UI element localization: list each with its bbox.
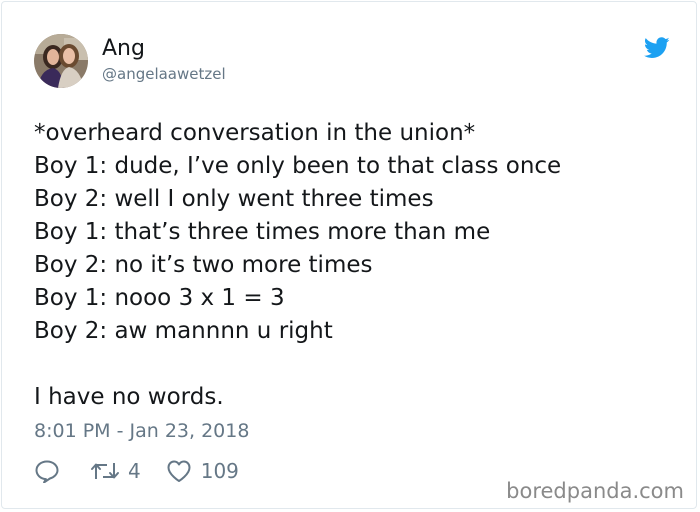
avatar[interactable]	[34, 34, 88, 88]
like-count: 109	[200, 459, 239, 483]
tweet-line: Boy 2: well I only went three times	[34, 186, 434, 212]
tweet-line: I have no words.	[34, 384, 224, 410]
retweet-count: 4	[128, 459, 141, 483]
tweet-card: Ang @angelaawetzel *overheard conversati…	[1, 1, 697, 509]
retweet-icon	[91, 463, 119, 479]
tweet-timestamp[interactable]: 8:01 PM - Jan 23, 2018	[34, 419, 249, 443]
tweet-text: *overheard conversation in the union* Bo…	[34, 117, 674, 414]
reply-button[interactable]	[34, 459, 60, 483]
twitter-bird-icon[interactable]	[643, 36, 670, 60]
tweet-line: Boy 2: aw mannnn u right	[34, 318, 333, 344]
tweet-line: Boy 1: that’s three times more than me	[34, 219, 491, 245]
tweet-actions: 4 109	[34, 456, 239, 486]
tweet-line: *overheard conversation in the union*	[34, 120, 476, 146]
heart-icon	[167, 460, 191, 482]
watermark: boredpanda.com	[506, 479, 684, 503]
tweet-line: Boy 2: no it’s two more times	[34, 252, 373, 278]
tweet-line: Boy 1: nooo 3 x 1 = 3	[34, 285, 285, 311]
like-button[interactable]: 109	[165, 459, 239, 483]
profile-photo	[34, 34, 88, 88]
retweet-button[interactable]: 4	[90, 459, 141, 483]
user-handle[interactable]: @angelaawetzel	[102, 65, 226, 83]
speech-bubble-icon	[35, 460, 59, 483]
tweet-line: Boy 1: dude, I’ve only been to that clas…	[34, 153, 562, 179]
display-name[interactable]: Ang	[102, 36, 145, 62]
